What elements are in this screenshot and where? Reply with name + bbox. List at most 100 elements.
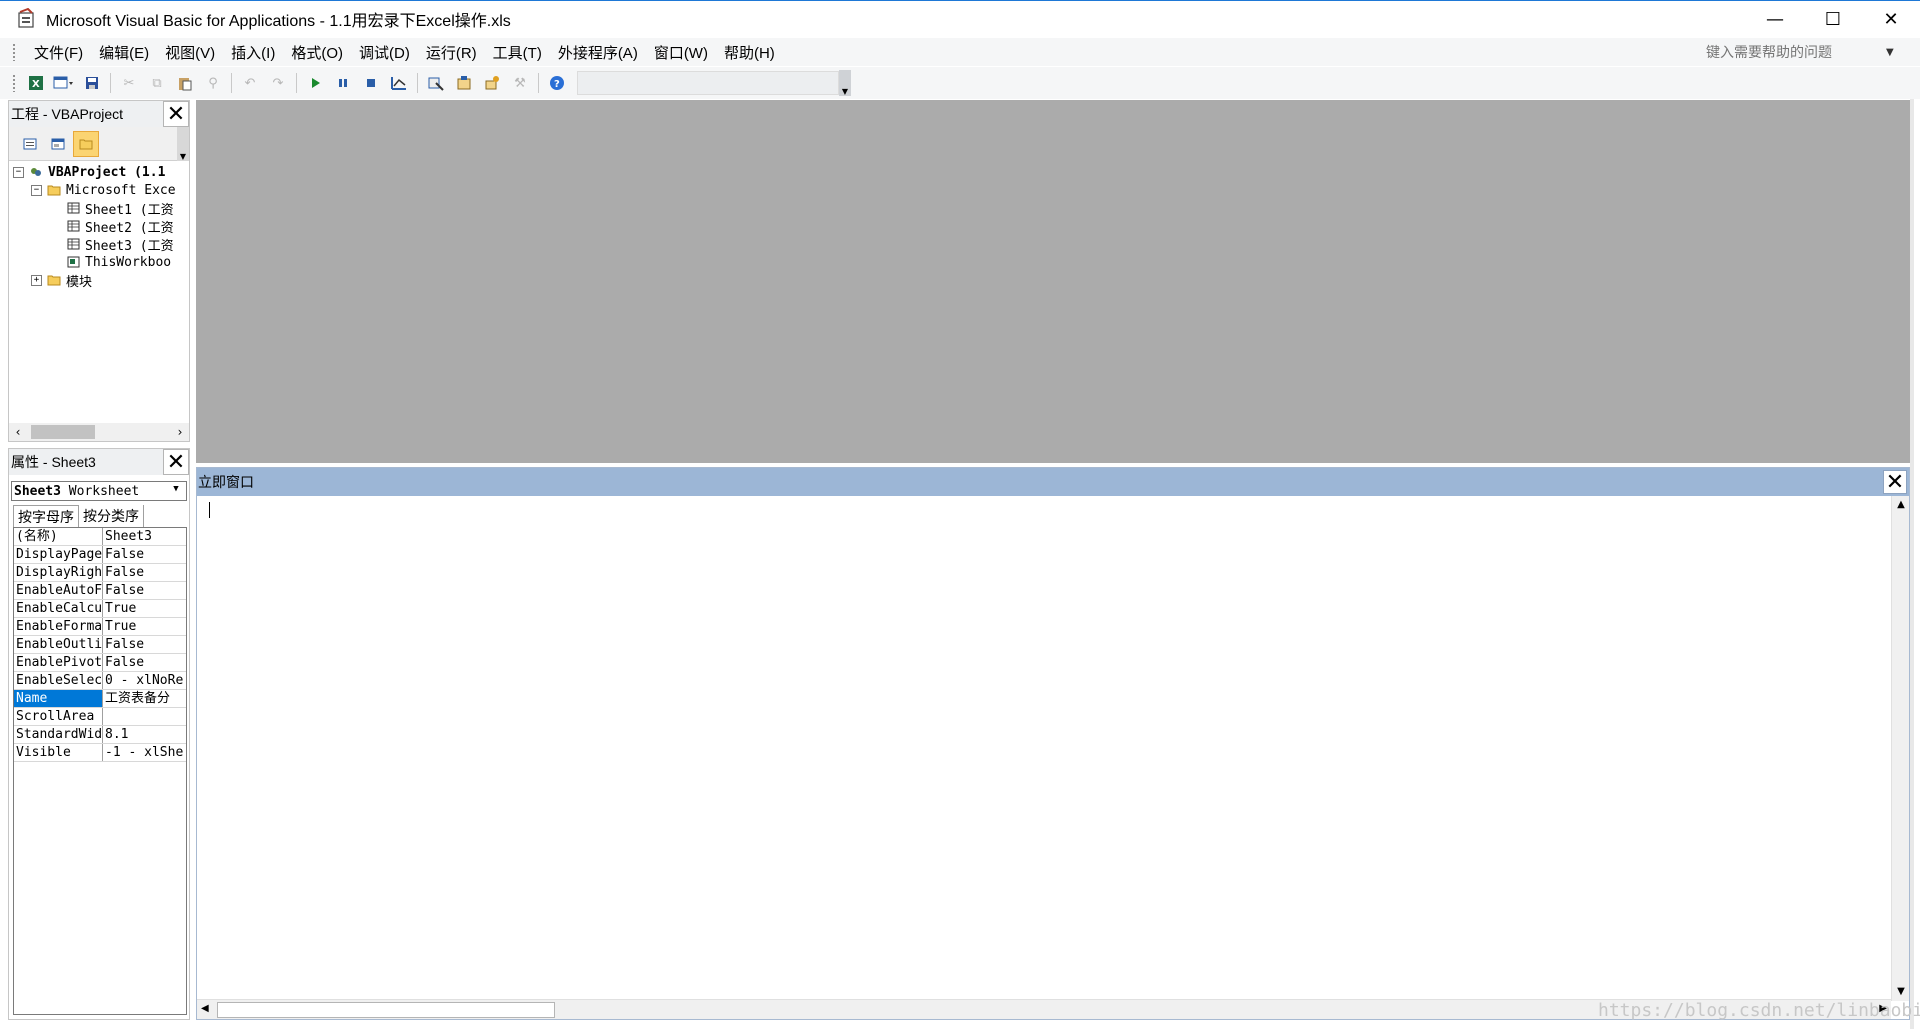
menu-view[interactable]: 视图(V) bbox=[157, 42, 223, 63]
scroll-thumb[interactable] bbox=[217, 1002, 555, 1018]
property-row[interactable]: DisplayPageB False bbox=[14, 546, 186, 564]
vba-app-icon[interactable] bbox=[16, 7, 38, 30]
menu-debug[interactable]: 调试(D) bbox=[351, 42, 418, 63]
cut-icon[interactable]: ✂ bbox=[115, 70, 143, 96]
property-row[interactable]: EnablePivotT False bbox=[14, 654, 186, 672]
menu-insert[interactable]: 插入(I) bbox=[223, 42, 283, 63]
help-dropdown-icon[interactable]: ▼ bbox=[1886, 47, 1894, 58]
close-button[interactable]: ✕ bbox=[1862, 1, 1920, 38]
property-row[interactable]: EnableFormat True bbox=[14, 618, 186, 636]
property-row[interactable]: EnableOutlin False bbox=[14, 636, 186, 654]
object-browser-icon[interactable] bbox=[478, 70, 506, 96]
project-explorer-icon[interactable] bbox=[422, 70, 450, 96]
tree-node-microsoft-excel-objects[interactable]: − Microsoft Exce bbox=[9, 181, 189, 199]
menu-window[interactable]: 窗口(W) bbox=[646, 42, 716, 63]
mdi-code-area[interactable] bbox=[196, 100, 1910, 463]
property-value[interactable]: True bbox=[103, 618, 186, 635]
tree-node-sheet2[interactable]: Sheet2 (工资 bbox=[9, 217, 189, 236]
property-row[interactable]: DisplayRight False bbox=[14, 564, 186, 582]
property-row[interactable]: StandardWidt 8.1 bbox=[14, 726, 186, 744]
property-row[interactable]: (名称) Sheet3 bbox=[14, 528, 186, 546]
menu-format[interactable]: 格式(O) bbox=[283, 42, 351, 63]
toolbox-icon[interactable]: ⚒ bbox=[506, 70, 534, 96]
immediate-window-input[interactable] bbox=[197, 496, 1891, 1001]
collapse-icon[interactable]: − bbox=[13, 166, 24, 178]
tree-node-sheet3[interactable]: Sheet3 (工资 bbox=[9, 235, 189, 254]
copy-icon[interactable]: ⧉ bbox=[143, 70, 171, 96]
toggle-folders-icon[interactable] bbox=[73, 130, 99, 157]
scroll-up-icon[interactable]: ▲ bbox=[1892, 496, 1910, 514]
collapse-icon[interactable]: − bbox=[31, 184, 42, 196]
project-toolbar-overflow-icon[interactable]: ▼ bbox=[177, 127, 189, 161]
property-value[interactable]: False bbox=[103, 582, 186, 599]
property-name: ScrollArea bbox=[14, 708, 103, 725]
property-value[interactable]: False bbox=[103, 546, 186, 563]
scroll-left-icon[interactable]: ◀ bbox=[201, 1003, 209, 1014]
scroll-track[interactable] bbox=[27, 424, 171, 440]
tree-node-vbaproject[interactable]: − VBAProject (1.1 bbox=[9, 163, 189, 181]
property-row[interactable]: EnableAutoFi False bbox=[14, 582, 186, 600]
property-row[interactable]: EnableCalcul True bbox=[14, 600, 186, 618]
object-selector[interactable]: Sheet3 Worksheet ▼ bbox=[11, 481, 187, 501]
property-value[interactable]: False bbox=[103, 636, 186, 653]
chevron-down-icon[interactable]: ▼ bbox=[168, 484, 184, 498]
break-icon[interactable] bbox=[329, 70, 357, 96]
property-name: StandardWidt bbox=[16, 726, 103, 743]
properties-window-icon[interactable] bbox=[450, 70, 478, 96]
toolbar-grip[interactable] bbox=[12, 74, 16, 92]
tab-categorized[interactable]: 按分类序 bbox=[79, 505, 144, 527]
property-value[interactable] bbox=[103, 708, 186, 725]
scroll-left-icon[interactable]: ‹ bbox=[9, 425, 27, 439]
property-row[interactable]: ScrollArea bbox=[14, 708, 186, 726]
run-icon[interactable] bbox=[301, 70, 329, 96]
tree-node-thisworkbook[interactable]: ThisWorkboo bbox=[9, 253, 189, 271]
help-icon[interactable]: ? bbox=[543, 70, 571, 96]
undo-icon[interactable]: ↶ bbox=[236, 70, 264, 96]
menu-help[interactable]: 帮助(H) bbox=[716, 42, 783, 63]
find-icon[interactable]: ⚲ bbox=[199, 70, 227, 96]
menu-edit[interactable]: 编辑(E) bbox=[91, 42, 157, 63]
property-value[interactable]: 工资表备分 bbox=[103, 690, 186, 707]
menubar-grip[interactable] bbox=[12, 43, 16, 61]
immediate-window-close-icon[interactable]: ✕ bbox=[1883, 470, 1907, 495]
help-question-input[interactable] bbox=[1702, 41, 1882, 63]
property-row-selected[interactable]: Name 工资表备分 bbox=[14, 690, 186, 708]
tree-node-modules[interactable]: + 模块 bbox=[9, 271, 189, 290]
expand-icon[interactable]: + bbox=[31, 274, 42, 286]
property-value[interactable]: True bbox=[103, 600, 186, 617]
property-value[interactable]: 8.1 bbox=[103, 726, 186, 743]
design-mode-icon[interactable] bbox=[385, 70, 413, 96]
tree-node-sheet1[interactable]: Sheet1 (工资 bbox=[9, 199, 189, 218]
maximize-button[interactable]: ☐ bbox=[1804, 1, 1862, 38]
property-value[interactable]: False bbox=[103, 564, 186, 581]
project-tree-hscrollbar[interactable]: ‹ › bbox=[9, 423, 189, 441]
paste-icon[interactable] bbox=[171, 70, 199, 96]
property-row[interactable]: Visible -1 - xlShe bbox=[14, 744, 186, 762]
reset-icon[interactable] bbox=[357, 70, 385, 96]
property-value[interactable]: False bbox=[103, 654, 186, 671]
toolbar-options-icon[interactable]: ▼ bbox=[839, 70, 851, 96]
excel-icon[interactable]: X bbox=[22, 70, 50, 96]
tree-label: ThisWorkboo bbox=[85, 254, 172, 270]
menu-tools[interactable]: 工具(T) bbox=[485, 42, 550, 63]
properties-close-icon[interactable]: ✕ bbox=[163, 449, 189, 475]
scroll-right-icon[interactable]: › bbox=[171, 425, 189, 439]
tab-alphabetic[interactable]: 按字母序 bbox=[13, 505, 79, 527]
minimize-button[interactable]: — bbox=[1746, 1, 1804, 38]
menu-addins[interactable]: 外接程序(A) bbox=[550, 42, 646, 63]
property-value[interactable]: Sheet3 bbox=[103, 528, 186, 545]
property-row[interactable]: EnableSelect 0 - xlNoRe bbox=[14, 672, 186, 690]
redo-icon[interactable]: ↷ bbox=[264, 70, 292, 96]
menu-run[interactable]: 运行(R) bbox=[418, 42, 485, 63]
property-value[interactable]: 0 - xlNoRe bbox=[103, 672, 186, 689]
view-object-icon[interactable] bbox=[45, 131, 71, 157]
view-code-icon[interactable] bbox=[17, 131, 43, 157]
immediate-vscrollbar[interactable]: ▲ ▼ bbox=[1891, 496, 1909, 1001]
menu-file[interactable]: 文件(F) bbox=[26, 42, 91, 63]
save-icon[interactable] bbox=[78, 70, 106, 96]
scroll-down-icon[interactable]: ▼ bbox=[1892, 983, 1910, 1001]
scroll-thumb[interactable] bbox=[31, 425, 95, 439]
project-explorer-close-icon[interactable]: ✕ bbox=[163, 101, 189, 127]
property-value[interactable]: -1 - xlShe bbox=[103, 744, 186, 761]
insert-userform-icon[interactable] bbox=[50, 70, 78, 96]
